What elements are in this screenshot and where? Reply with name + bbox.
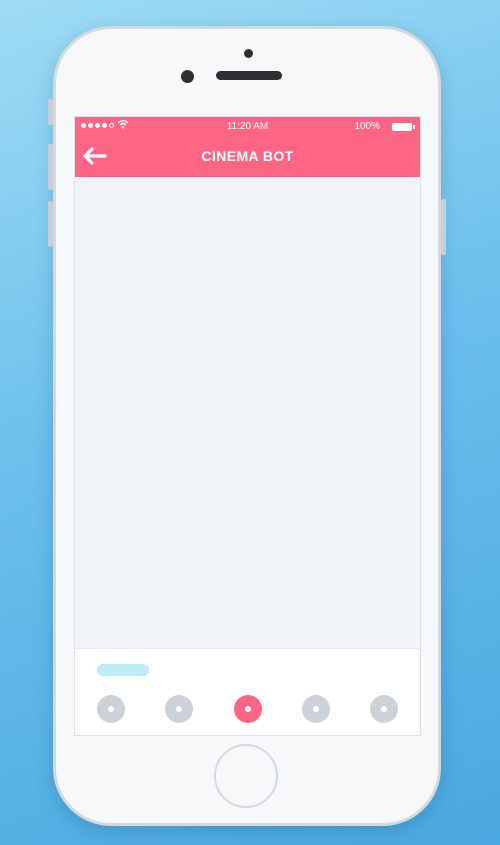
phone-screen: 11:20 AM 100% CINEMA BOT — [74, 116, 421, 736]
chat-area — [75, 177, 420, 648]
page-title: CINEMA BOT — [201, 148, 294, 164]
typing-indicator — [97, 664, 149, 676]
battery-icon — [392, 123, 415, 131]
battery-percentage: 100% — [354, 121, 380, 132]
earpiece-speaker — [216, 71, 282, 80]
bottom-panel — [75, 648, 420, 735]
pager-dot-1[interactable] — [97, 695, 125, 723]
app-header: 11:20 AM 100% CINEMA BOT — [75, 117, 420, 177]
volume-up-button — [48, 144, 53, 190]
mute-switch — [48, 99, 53, 125]
home-button[interactable] — [214, 744, 278, 808]
pager-dot-4[interactable] — [302, 695, 330, 723]
power-button — [441, 199, 446, 255]
pager-dot-3[interactable] — [234, 695, 262, 723]
proximity-sensor — [244, 49, 253, 58]
status-bar: 11:20 AM 100% — [75, 117, 420, 137]
pager-dots — [75, 695, 420, 725]
pager-dot-5[interactable] — [370, 695, 398, 723]
volume-down-button — [48, 201, 53, 247]
pager-dot-2[interactable] — [165, 695, 193, 723]
front-camera — [181, 70, 194, 83]
